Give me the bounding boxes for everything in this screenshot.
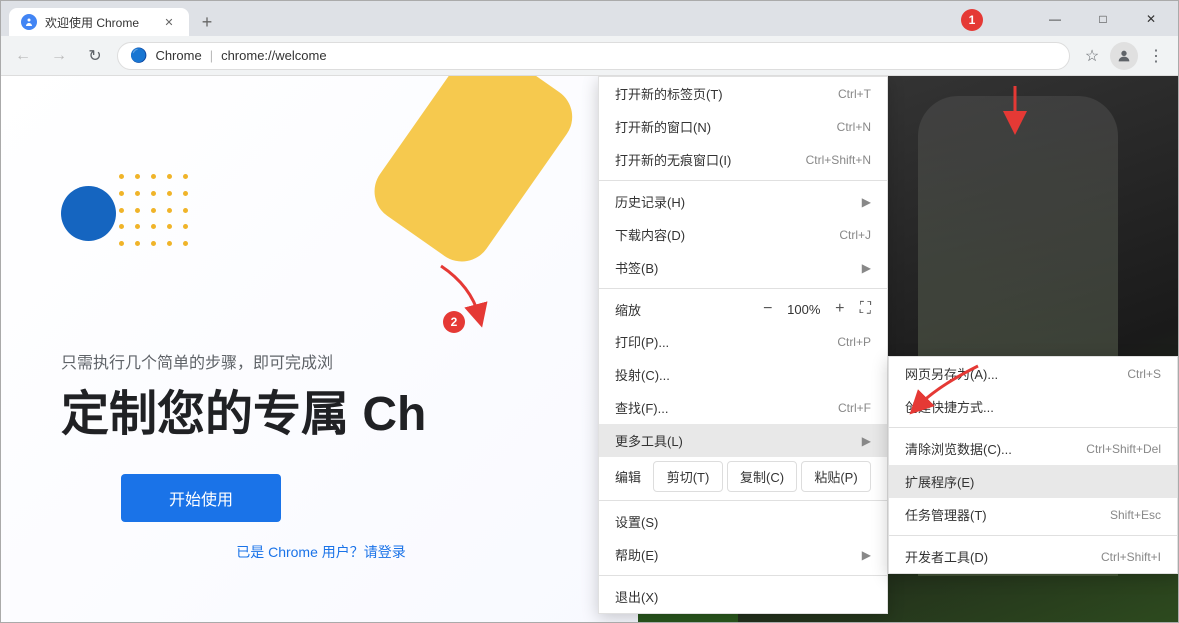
menu-separator-4: [599, 575, 887, 576]
submenu-separator-2: [889, 535, 1177, 536]
menu-item-find[interactable]: 查找(F)... Ctrl+F: [599, 391, 887, 424]
zoom-value: 100%: [784, 302, 824, 317]
forward-button[interactable]: →: [45, 42, 73, 70]
start-button[interactable]: 开始使用: [121, 474, 281, 522]
menu-separator-3: [599, 500, 887, 501]
url-address: chrome://welcome: [221, 48, 326, 63]
annotation-1: 1: [961, 9, 983, 31]
zoom-expand-button[interactable]: ⛶: [860, 300, 871, 318]
menu-arrow-help: ▶: [862, 548, 871, 562]
menu-item-exit[interactable]: 退出(X): [599, 580, 887, 613]
menu-item-more-tools[interactable]: 更多工具(L) ▶: [599, 424, 887, 457]
menu-item-print[interactable]: 打印(P)... Ctrl+P: [599, 325, 887, 358]
menu-item-history[interactable]: 历史记录(H) ▶: [599, 185, 887, 218]
title-bar: 欢迎使用 Chrome ✕ + 1 — □ ✕: [1, 1, 1178, 36]
zoom-in-button[interactable]: +: [828, 297, 852, 321]
menu-button[interactable]: ⋮: [1142, 42, 1170, 70]
menu-item-edit-row: 编辑 剪切(T) 复制(C) 粘贴(P): [599, 457, 887, 496]
annotation-arrow-3: [898, 356, 998, 426]
refresh-button[interactable]: ↻: [81, 42, 109, 70]
menu-item-new-window[interactable]: 打开新的窗口(N) Ctrl+N: [599, 110, 887, 143]
browser-tab[interactable]: 欢迎使用 Chrome ✕: [9, 8, 189, 36]
url-brand: Chrome: [155, 48, 201, 63]
restore-button[interactable]: □: [1080, 1, 1126, 36]
menu-item-settings[interactable]: 设置(S): [599, 505, 887, 538]
browser-window: 欢迎使用 Chrome ✕ + 1 — □ ✕ ← → ↻ 🔵 Chrome |…: [0, 0, 1179, 623]
cut-button[interactable]: 剪切(T): [653, 461, 723, 492]
back-button[interactable]: ←: [9, 42, 37, 70]
submenu-extensions[interactable]: 扩展程序(E): [889, 465, 1177, 498]
toolbar-actions: ☆ ⋮: [1078, 42, 1170, 70]
decorative-blue-circle: [61, 186, 116, 241]
decorative-yellow-card: [363, 76, 584, 273]
menu-arrow-bookmarks: ▶: [862, 261, 871, 275]
address-bar: ← → ↻ 🔵 Chrome | chrome://welcome ☆ ⋮: [1, 36, 1178, 76]
submenu-separator-1: [889, 427, 1177, 428]
menu-item-bookmarks[interactable]: 书签(B) ▶: [599, 251, 887, 284]
submenu-clear-data[interactable]: 清除浏览数据(C)... Ctrl+Shift+Del: [889, 432, 1177, 465]
window-controls: — □ ✕: [1032, 1, 1178, 36]
decorative-yellow-dots: [116, 171, 196, 251]
submenu-dev-tools[interactable]: 开发者工具(D) Ctrl+Shift+I: [889, 540, 1177, 573]
menu-item-zoom: 缩放 − 100% + ⛶: [599, 293, 887, 325]
welcome-text-area: 只需执行几个简单的步骤，即可完成浏 定制您的专属 Ch: [61, 349, 601, 442]
annotation-arrow-1: [985, 81, 1045, 141]
submenu-task-manager[interactable]: 任务管理器(T) Shift+Esc: [889, 498, 1177, 531]
annotation-arrow-2: [421, 256, 501, 336]
menu-item-new-tab-shortcut: Ctrl+T: [838, 87, 871, 101]
menu-item-incognito[interactable]: 打开新的无痕窗口(I) Ctrl+Shift+N: [599, 143, 887, 176]
paste-button[interactable]: 粘贴(P): [801, 461, 871, 492]
content-area: 只需执行几个简单的步骤，即可完成浏 定制您的专属 Ch 开始使用 已是 Chro…: [1, 76, 1178, 622]
welcome-background: 只需执行几个简单的步骤，即可完成浏 定制您的专属 Ch 开始使用 已是 Chro…: [1, 76, 641, 622]
menu-item-help[interactable]: 帮助(E) ▶: [599, 538, 887, 571]
welcome-subtitle: 只需执行几个简单的步骤，即可完成浏: [61, 349, 601, 373]
menu-arrow-more-tools: ▶: [862, 434, 871, 448]
welcome-title: 定制您的专属 Ch: [61, 389, 601, 442]
copy-button[interactable]: 复制(C): [727, 461, 797, 492]
login-link[interactable]: 已是 Chrome 用户？请登录: [61, 542, 581, 562]
bookmark-button[interactable]: ☆: [1078, 42, 1106, 70]
menu-item-cast[interactable]: 投射(C)...: [599, 358, 887, 391]
menu-arrow-history: ▶: [862, 195, 871, 209]
menu-separator-1: [599, 180, 887, 181]
url-bar[interactable]: 🔵 Chrome | chrome://welcome: [117, 42, 1070, 70]
zoom-out-button[interactable]: −: [756, 297, 780, 321]
url-site-icon: 🔵: [130, 47, 147, 64]
tab-favicon: [21, 14, 37, 30]
tab-title: 欢迎使用 Chrome: [45, 14, 153, 31]
menu-item-downloads[interactable]: 下载内容(D) Ctrl+J: [599, 218, 887, 251]
menu-separator-2: [599, 288, 887, 289]
tab-close-button[interactable]: ✕: [161, 14, 177, 30]
close-button[interactable]: ✕: [1128, 1, 1174, 36]
main-context-menu: 打开新的标签页(T) Ctrl+T 打开新的窗口(N) Ctrl+N 打开新的无…: [598, 76, 888, 614]
profile-button[interactable]: [1110, 42, 1138, 70]
menu-item-new-tab-label: 打开新的标签页(T): [615, 84, 822, 103]
new-tab-button[interactable]: +: [193, 8, 221, 36]
context-menus-container: 打开新的标签页(T) Ctrl+T 打开新的窗口(N) Ctrl+N 打开新的无…: [598, 76, 1178, 614]
menu-item-new-tab[interactable]: 打开新的标签页(T) Ctrl+T: [599, 77, 887, 110]
minimize-button[interactable]: —: [1032, 1, 1078, 36]
url-separator: |: [210, 48, 213, 63]
